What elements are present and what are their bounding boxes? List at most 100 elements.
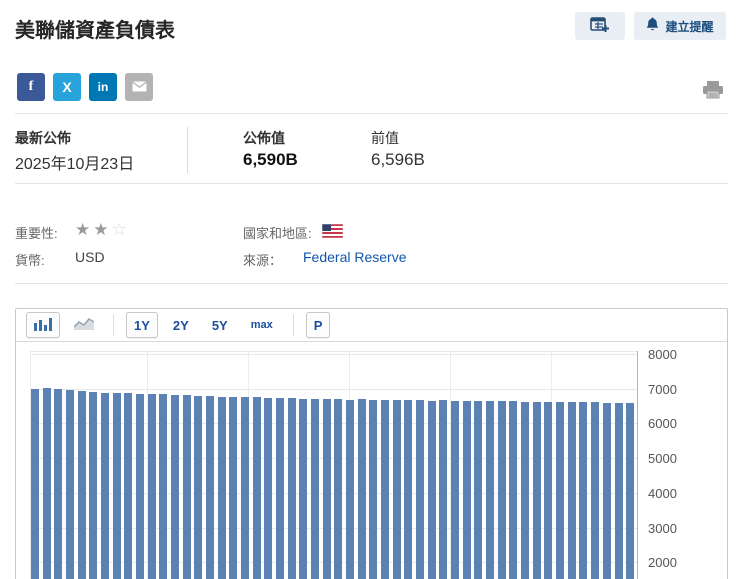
print-button[interactable] (701, 80, 725, 100)
chart-toolbar: 1Y 2Y 5Y max P (16, 309, 727, 342)
chart-bar (311, 399, 319, 579)
chart-bar (346, 400, 354, 579)
range-1y-button[interactable]: 1Y (126, 312, 158, 338)
chart-bar (89, 392, 97, 579)
calendar-plus-icon (590, 16, 610, 37)
share-buttons: f X in (17, 73, 153, 101)
facebook-share-button[interactable]: f (17, 73, 45, 101)
chart-bar (264, 398, 272, 579)
currency-label: 貨幣: (15, 250, 45, 269)
envelope-icon (132, 79, 147, 95)
y-axis-tick-label: 2000 (648, 555, 677, 570)
range-2y-button[interactable]: 2Y (165, 312, 197, 338)
toolbar-separator (113, 314, 114, 336)
source-link[interactable]: Federal Reserve (303, 249, 407, 265)
chart-bar (509, 401, 517, 579)
chart-bar (591, 402, 599, 579)
chart-bar (603, 403, 611, 579)
economic-indicator-page: { "page": { "title": "美聯儲資產負債表" }, "head… (0, 0, 740, 579)
actual-value: 6,590B (243, 150, 298, 170)
latest-release-date: 2025年10月23日 (15, 150, 134, 174)
y-axis-tick-label: 3000 (648, 521, 677, 536)
actual-label: 公佈值 (243, 128, 285, 148)
p-button[interactable]: P (306, 312, 331, 338)
chart-bar (136, 394, 144, 579)
chart-bar (159, 394, 167, 579)
chart-bar (451, 401, 459, 579)
linkedin-share-button[interactable]: in (89, 73, 117, 101)
chart-bar (194, 396, 202, 579)
range-max-button[interactable]: max (243, 312, 281, 338)
chart-bar (556, 402, 564, 579)
chart-bar (43, 388, 51, 579)
chart-bar (66, 390, 74, 579)
chart-bar (428, 401, 436, 579)
create-alert-label: 建立提醒 (665, 18, 713, 35)
importance-label: 重要性: (15, 223, 58, 242)
chart-bar (463, 401, 471, 579)
y-axis-tick-label: 6000 (648, 416, 677, 431)
add-to-calendar-button[interactable] (575, 12, 625, 40)
divider (15, 283, 728, 284)
plot-top-border (30, 351, 637, 352)
chart-bar (498, 401, 506, 579)
chart-bar (579, 402, 587, 579)
email-share-button[interactable] (125, 73, 153, 101)
divider (15, 113, 728, 114)
page-title: 美聯儲資產負債表 (15, 14, 175, 43)
chart-bar (393, 400, 401, 579)
chart-bar (78, 391, 86, 579)
printer-icon (701, 87, 725, 104)
chart-bar (299, 399, 307, 579)
chart-bar (404, 400, 412, 579)
chart-bar (615, 403, 623, 579)
bell-icon (646, 17, 659, 35)
chart-type-bar-button[interactable] (26, 312, 60, 338)
star-filled-icon: ★ (75, 220, 93, 239)
chart-bar (171, 395, 179, 579)
chart-bar (206, 396, 214, 579)
chart-bar (533, 402, 541, 579)
source-label: 來源： (243, 250, 282, 269)
chart-bar (148, 394, 156, 579)
toolbar-separator (293, 314, 294, 336)
chart-bar (288, 398, 296, 579)
chart-bar (218, 397, 226, 579)
y-axis-tick-label: 7000 (648, 382, 677, 397)
chart-bar (183, 395, 191, 579)
importance-stars: ★★☆ (75, 220, 130, 240)
chart-bar (381, 400, 389, 579)
chart-bar (276, 398, 284, 579)
y-axis-tick-label: 5000 (648, 451, 677, 466)
chart-bar (113, 393, 121, 579)
bar-chart-icon (34, 317, 52, 334)
x-twitter-share-button[interactable]: X (53, 73, 81, 101)
chart-bar (54, 389, 62, 579)
chart-bar (568, 402, 576, 579)
previous-value: 6,596B (371, 150, 425, 170)
latest-release-label: 最新公佈 (15, 128, 71, 148)
range-5y-button[interactable]: 5Y (204, 312, 236, 338)
star-filled-icon: ★ (93, 220, 111, 239)
chart-bar (323, 399, 331, 579)
chart-bar (474, 401, 482, 579)
chart-bar (124, 393, 132, 579)
chart-bar (544, 402, 552, 579)
chart-type-line-button[interactable] (67, 312, 101, 338)
chart-bar (439, 400, 447, 579)
us-flag-icon (322, 224, 343, 238)
horizontal-gridline (30, 354, 637, 355)
chart-bar (486, 401, 494, 579)
horizontal-gridline (30, 389, 637, 390)
create-alert-button[interactable]: 建立提醒 (634, 12, 726, 40)
chart-bar (521, 402, 529, 579)
chart-bar (334, 399, 342, 579)
chart-bar (241, 397, 249, 579)
y-axis-line (637, 351, 638, 579)
y-axis-tick-label: 8000 (648, 347, 677, 362)
divider (15, 183, 728, 184)
chart-plot-area[interactable]: 8000700060005000400030002000 (16, 343, 727, 579)
chart-bar (358, 399, 366, 579)
country-label: 國家和地區: (243, 223, 312, 242)
line-chart-icon (74, 317, 94, 333)
